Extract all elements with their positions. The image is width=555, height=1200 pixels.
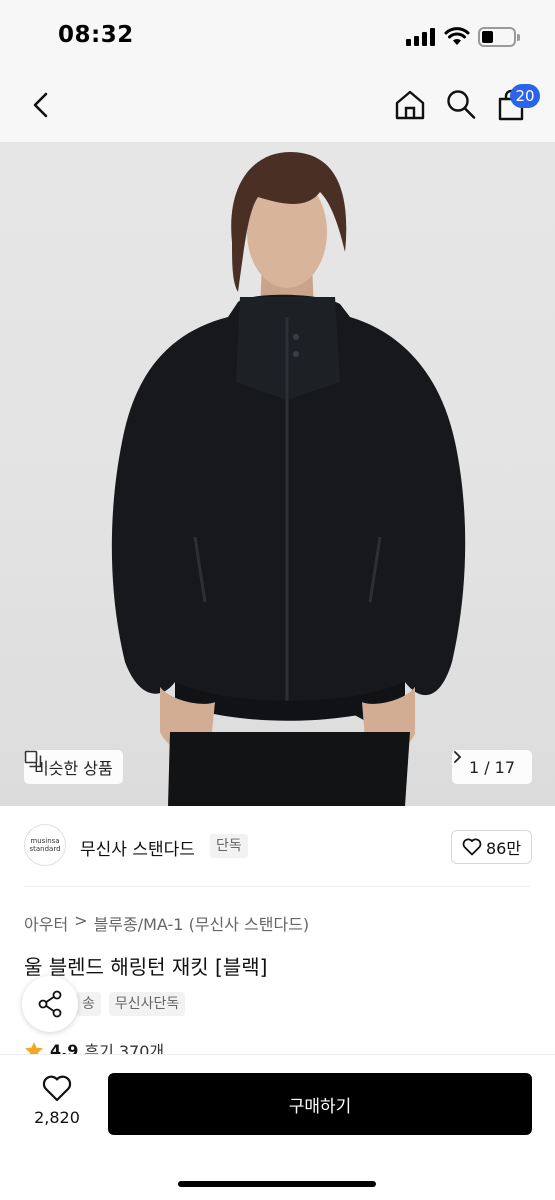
breadcrumb: 아우터 > 블루종/MA-1 (무신사 스탠다드)	[24, 911, 309, 935]
breadcrumb-item-outer[interactable]: 아우터	[24, 911, 68, 935]
product-image-gallery[interactable]: 비슷한 상품 1 / 17	[0, 142, 555, 806]
similar-products-label: 비슷한 상품	[34, 759, 113, 778]
brand-like-button[interactable]: 86만	[451, 830, 532, 864]
battery-icon	[478, 27, 520, 47]
home-indicator[interactable]	[178, 1181, 376, 1187]
exclusive-badge: 단독	[210, 834, 248, 858]
tag-exclusive: 무신사단독	[108, 992, 186, 1016]
wishlist-button[interactable]: 2,820	[26, 1075, 88, 1139]
share-button[interactable]	[22, 976, 78, 1032]
cart-count-badge: 20	[510, 84, 540, 108]
search-icon[interactable]	[446, 88, 476, 120]
heart-icon	[42, 1075, 72, 1102]
wifi-icon	[444, 27, 470, 45]
image-page-indicator: 1 / 17	[468, 757, 516, 777]
breadcrumb-item-category[interactable]: 블루종/MA-1 (무신사 스탠다드)	[94, 911, 310, 935]
chevron-right-icon	[454, 751, 462, 763]
status-time: 08:32	[58, 22, 134, 48]
top-navigation: 20	[0, 70, 555, 142]
product-title: 울 블렌드 해링턴 재킷 [블랙]	[24, 955, 268, 979]
brand-logo-line1: musinsa	[30, 837, 60, 845]
share-icon	[38, 990, 62, 1018]
breadcrumb-separator-icon: >	[74, 911, 88, 930]
similar-items-icon	[24, 750, 42, 768]
bottom-action-bar: 2,820 구매하기	[0, 1054, 555, 1200]
home-icon[interactable]	[394, 88, 426, 122]
section-divider	[24, 886, 531, 887]
back-arrow-icon[interactable]	[26, 88, 56, 122]
image-pager[interactable]: 1 / 17	[452, 750, 532, 784]
brand-logo[interactable]: musinsa standard	[24, 824, 66, 866]
brand-row: musinsa standard 무신사 스탠다드 단독 86만	[0, 806, 555, 886]
status-bar: 08:32	[0, 0, 555, 70]
brand-name[interactable]: 무신사 스탠다드	[80, 835, 195, 860]
similar-products-button[interactable]: 비슷한 상품	[24, 750, 123, 784]
buy-button[interactable]: 구매하기	[108, 1073, 532, 1135]
brand-logo-line2: standard	[29, 845, 61, 853]
product-photo	[111, 152, 466, 806]
tag-shipping: 송	[76, 992, 101, 1016]
cellular-signal-icon	[406, 28, 436, 46]
heart-icon	[462, 838, 482, 856]
brand-like-count: 86만	[485, 839, 522, 858]
wishlist-count: 2,820	[34, 1108, 80, 1127]
product-tags: 송 무신사단독	[76, 992, 186, 1016]
